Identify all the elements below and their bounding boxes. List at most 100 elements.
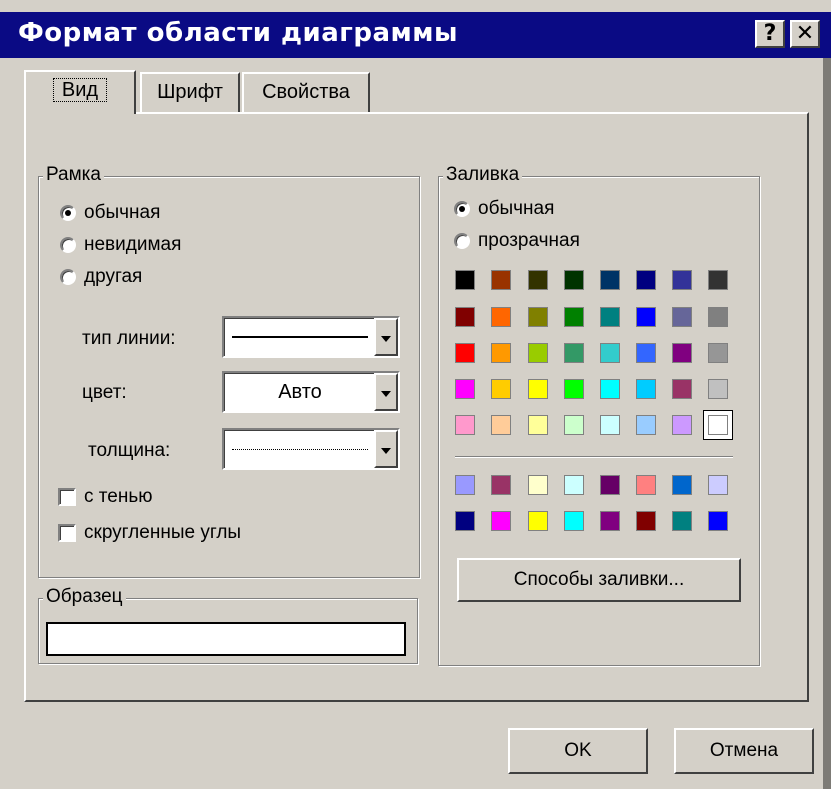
color-swatch[interactable]: [491, 379, 511, 399]
shadow-checkbox[interactable]: с тенью: [58, 486, 152, 508]
color-swatch[interactable]: [636, 379, 656, 399]
ok-button[interactable]: OK: [508, 728, 648, 774]
color-swatch[interactable]: [528, 270, 548, 290]
color-swatch[interactable]: [528, 307, 548, 327]
color-swatch[interactable]: [672, 511, 692, 531]
color-swatch[interactable]: [564, 379, 584, 399]
color-swatch[interactable]: [564, 343, 584, 363]
radio-icon: [60, 205, 76, 221]
color-swatch[interactable]: [600, 511, 620, 531]
color-swatch[interactable]: [708, 270, 728, 290]
color-swatch[interactable]: [491, 475, 511, 495]
color-swatch[interactable]: [564, 307, 584, 327]
palette-separator: [455, 456, 733, 458]
color-swatch[interactable]: [600, 379, 620, 399]
color-swatch[interactable]: [672, 475, 692, 495]
checkbox-icon: [58, 524, 76, 542]
tab-label: Вид: [52, 78, 108, 102]
color-swatch[interactable]: [491, 415, 511, 435]
color-swatch[interactable]: [455, 270, 475, 290]
close-button[interactable]: ✕: [790, 20, 820, 48]
color-value: Авто: [278, 380, 322, 403]
color-swatch[interactable]: [600, 307, 620, 327]
color-swatch[interactable]: [491, 343, 511, 363]
frame-option-invisible[interactable]: невидимая: [60, 234, 181, 256]
color-swatch[interactable]: [564, 511, 584, 531]
color-swatch[interactable]: [636, 511, 656, 531]
color-swatch[interactable]: [708, 475, 728, 495]
fill-option-normal[interactable]: обычная: [454, 198, 554, 220]
color-swatch[interactable]: [491, 511, 511, 531]
color-swatch[interactable]: [528, 379, 548, 399]
sample-preview: [46, 622, 406, 656]
line-type-label: тип линии:: [82, 328, 176, 349]
color-swatch[interactable]: [455, 343, 475, 363]
option-label: обычная: [478, 198, 555, 219]
help-button[interactable]: ?: [755, 20, 785, 48]
color-swatch[interactable]: [528, 415, 548, 435]
color-combo[interactable]: Авто: [222, 371, 400, 413]
tab-font[interactable]: Шрифт: [140, 72, 240, 112]
color-swatch[interactable]: [455, 379, 475, 399]
color-swatch[interactable]: [564, 270, 584, 290]
color-swatch[interactable]: [672, 343, 692, 363]
option-label: невидимая: [84, 234, 182, 255]
radio-icon: [60, 237, 76, 253]
tab-properties[interactable]: Свойства: [242, 72, 370, 112]
dialog-title: Формат области диаграммы: [18, 18, 459, 48]
dropdown-arrow-icon[interactable]: [374, 318, 398, 356]
color-swatch[interactable]: [600, 475, 620, 495]
frame-legend: Рамка: [43, 163, 104, 187]
sample-legend: Образец: [43, 585, 126, 609]
color-swatch[interactable]: [455, 307, 475, 327]
color-swatch[interactable]: [455, 415, 475, 435]
tab-view[interactable]: Вид: [24, 70, 136, 114]
color-swatch[interactable]: [528, 475, 548, 495]
frame-option-custom[interactable]: другая: [60, 266, 142, 288]
rounded-corners-checkbox[interactable]: скругленные углы: [58, 522, 241, 544]
fill-effects-button[interactable]: Способы заливки...: [457, 558, 741, 602]
color-swatch[interactable]: [708, 415, 728, 435]
radio-icon: [454, 233, 470, 249]
color-swatch[interactable]: [491, 307, 511, 327]
color-swatch[interactable]: [636, 343, 656, 363]
color-swatch[interactable]: [672, 270, 692, 290]
thickness-combo[interactable]: [222, 428, 400, 470]
color-swatch[interactable]: [708, 511, 728, 531]
color-swatch[interactable]: [600, 270, 620, 290]
fill-legend: Заливка: [443, 163, 523, 187]
line-sample-solid: [230, 318, 370, 356]
color-swatch[interactable]: [672, 307, 692, 327]
color-swatch[interactable]: [564, 415, 584, 435]
radio-icon: [60, 269, 76, 285]
color-swatch[interactable]: [636, 475, 656, 495]
fill-option-transparent[interactable]: прозрачная: [454, 230, 580, 252]
radio-icon: [454, 201, 470, 217]
title-bar: Формат области диаграммы ? ✕: [0, 12, 831, 58]
color-swatch[interactable]: [528, 511, 548, 531]
color-swatch[interactable]: [528, 343, 548, 363]
color-swatch[interactable]: [636, 270, 656, 290]
color-swatch[interactable]: [708, 343, 728, 363]
color-swatch[interactable]: [636, 415, 656, 435]
color-swatch[interactable]: [455, 511, 475, 531]
color-swatch[interactable]: [491, 270, 511, 290]
color-swatch[interactable]: [636, 307, 656, 327]
color-swatch[interactable]: [600, 343, 620, 363]
color-swatch[interactable]: [564, 475, 584, 495]
thickness-label: толщина:: [88, 440, 171, 461]
color-swatch[interactable]: [708, 307, 728, 327]
cancel-button[interactable]: Отмена: [674, 728, 814, 774]
dropdown-arrow-icon[interactable]: [374, 373, 398, 411]
color-swatch[interactable]: [672, 415, 692, 435]
frame-option-normal[interactable]: обычная: [60, 202, 160, 224]
color-swatch[interactable]: [672, 379, 692, 399]
dropdown-arrow-icon[interactable]: [374, 430, 398, 468]
color-swatch[interactable]: [708, 379, 728, 399]
color-swatch[interactable]: [600, 415, 620, 435]
color-palette: [455, 270, 745, 540]
option-label: другая: [84, 266, 143, 287]
line-type-combo[interactable]: [222, 316, 400, 358]
color-label: цвет:: [82, 382, 127, 403]
color-swatch[interactable]: [455, 475, 475, 495]
